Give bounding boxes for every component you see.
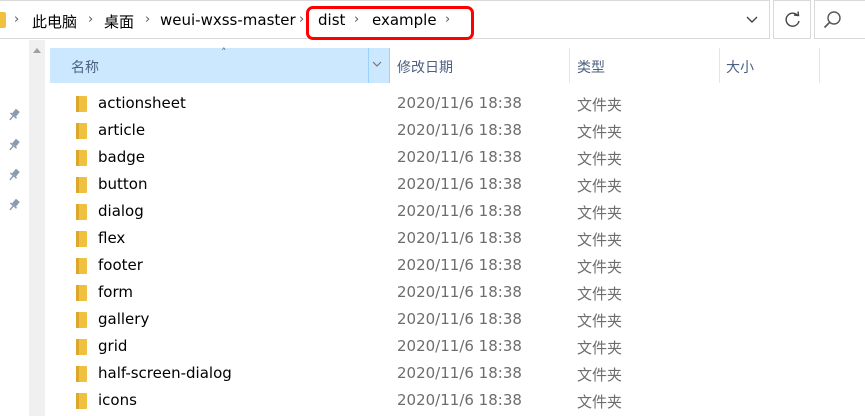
folder-icon: [0, 12, 6, 28]
file-name: badge: [98, 148, 145, 166]
folder-icon: [76, 204, 87, 220]
refresh-button[interactable]: [773, 0, 811, 39]
address-bar: › 此电脑 › 桌面 › weui-wxss-master › dist › e…: [0, 0, 865, 40]
file-date: 2020/11/6 18:38: [397, 337, 522, 355]
file-type: 文件夹: [577, 366, 623, 384]
file-date: 2020/11/6 18:38: [397, 175, 522, 193]
file-date: 2020/11/6 18:38: [397, 364, 522, 382]
search-icon: [823, 11, 841, 29]
column-header-date-label: 修改日期: [397, 60, 453, 76]
file-date: 2020/11/6 18:38: [397, 202, 522, 220]
folder-icon: [76, 312, 87, 328]
file-name: half-screen-dialog: [98, 364, 232, 382]
file-date: 2020/11/6 18:38: [397, 121, 522, 139]
scroll-up-icon[interactable]: [33, 48, 41, 53]
list-item[interactable]: footer 2020/11/6 18:38 文件夹: [50, 252, 865, 279]
chevron-down-icon[interactable]: [745, 13, 759, 27]
search-box[interactable]: [814, 0, 865, 39]
navigation-pane: [0, 40, 29, 416]
breadcrumb-this-pc[interactable]: 此电脑: [32, 11, 77, 32]
highlight-annotation: [306, 6, 474, 40]
file-type: 文件夹: [577, 393, 623, 411]
file-type: 文件夹: [577, 285, 623, 303]
breadcrumb-desktop[interactable]: 桌面: [104, 11, 134, 32]
file-date: 2020/11/6 18:38: [397, 283, 522, 301]
file-date: 2020/11/6 18:38: [397, 94, 522, 112]
file-name: form: [98, 283, 133, 301]
chevron-down-icon[interactable]: [371, 58, 383, 70]
folder-icon: [76, 96, 87, 112]
file-name: grid: [98, 337, 128, 355]
nav-scrollbar[interactable]: [29, 40, 45, 416]
sort-ascending-icon: ˄: [221, 46, 227, 59]
folder-icon: [76, 258, 87, 274]
file-name: icons: [98, 391, 137, 409]
list-item[interactable]: gallery 2020/11/6 18:38 文件夹: [50, 306, 865, 333]
pin-icon[interactable]: [7, 138, 21, 152]
list-item[interactable]: dialog 2020/11/6 18:38 文件夹: [50, 198, 865, 225]
pin-icon[interactable]: [7, 168, 21, 182]
chevron-right-icon[interactable]: ›: [14, 12, 19, 27]
list-item[interactable]: actionsheet 2020/11/6 18:38 文件夹: [50, 90, 865, 117]
file-type: 文件夹: [577, 150, 623, 168]
folder-icon: [76, 366, 87, 382]
file-type: 文件夹: [577, 312, 623, 330]
list-item[interactable]: half-screen-dialog 2020/11/6 18:38 文件夹: [50, 360, 865, 387]
column-divider: [368, 48, 369, 83]
file-name: article: [98, 121, 146, 139]
file-name: dialog: [98, 202, 144, 220]
column-header-type-label: 类型: [577, 60, 605, 76]
column-header-name-label: 名称: [71, 60, 99, 76]
column-header-size[interactable]: 大小: [720, 48, 820, 83]
breadcrumb-weui-wxss-master[interactable]: weui-wxss-master: [160, 11, 296, 29]
file-type: 文件夹: [577, 96, 623, 114]
column-header-date-modified[interactable]: 修改日期: [390, 48, 570, 83]
list-item[interactable]: icons 2020/11/6 18:38 文件夹: [50, 387, 865, 414]
chevron-right-icon[interactable]: ›: [88, 12, 93, 27]
folder-icon: [76, 393, 87, 409]
folder-icon: [76, 285, 87, 301]
file-date: 2020/11/6 18:38: [397, 148, 522, 166]
list-item[interactable]: badge 2020/11/6 18:38 文件夹: [50, 144, 865, 171]
file-name: flex: [98, 229, 126, 247]
folder-icon: [76, 123, 87, 139]
file-date: 2020/11/6 18:38: [397, 310, 522, 328]
file-date: 2020/11/6 18:38: [397, 391, 522, 409]
list-item[interactable]: grid 2020/11/6 18:38 文件夹: [50, 333, 865, 360]
file-name: button: [98, 175, 148, 193]
pin-icon[interactable]: [7, 198, 21, 212]
folder-icon: [76, 177, 87, 193]
folder-icon: [76, 150, 87, 166]
list-item[interactable]: button 2020/11/6 18:38 文件夹: [50, 171, 865, 198]
file-type: 文件夹: [577, 204, 623, 222]
file-name: actionsheet: [98, 94, 186, 112]
file-date: 2020/11/6 18:38: [397, 256, 522, 274]
file-name: gallery: [98, 310, 150, 328]
file-type: 文件夹: [577, 258, 623, 276]
file-type: 文件夹: [577, 339, 623, 357]
file-date: 2020/11/6 18:38: [397, 229, 522, 247]
folder-icon: [76, 231, 87, 247]
column-header-size-label: 大小: [726, 60, 754, 76]
file-type: 文件夹: [577, 177, 623, 195]
list-item[interactable]: article 2020/11/6 18:38 文件夹: [50, 117, 865, 144]
list-item[interactable]: form 2020/11/6 18:38 文件夹: [50, 279, 865, 306]
pin-icon[interactable]: [7, 108, 21, 122]
chevron-right-icon[interactable]: ›: [299, 12, 304, 27]
chevron-right-icon[interactable]: ›: [145, 12, 150, 27]
folder-icon: [76, 339, 87, 355]
file-type: 文件夹: [577, 231, 623, 249]
column-header-name[interactable]: ˄ 名称: [50, 46, 390, 83]
refresh-icon: [785, 11, 800, 27]
list-item[interactable]: flex 2020/11/6 18:38 文件夹: [50, 225, 865, 252]
file-type: 文件夹: [577, 123, 623, 141]
column-header-type[interactable]: 类型: [570, 48, 720, 83]
file-name: footer: [98, 256, 143, 274]
